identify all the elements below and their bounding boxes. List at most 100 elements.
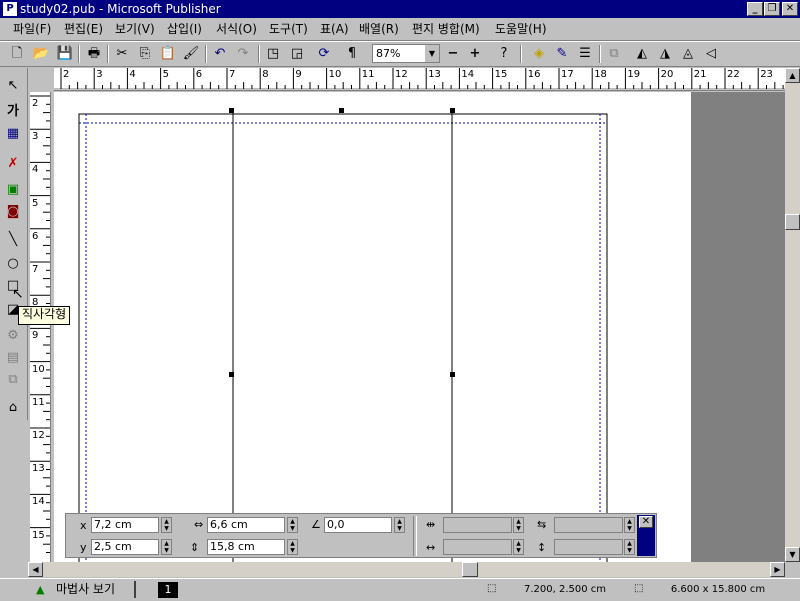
menu-edit[interactable]: 편집(E)	[64, 21, 103, 37]
menu-insert[interactable]: 삽입(I)	[167, 21, 202, 37]
vertical-ruler[interactable]: 2 3 4 5 6 7 8 9 10 11 12 13 14 15	[30, 92, 51, 562]
height-spinner[interactable]: ▲ ▼	[287, 539, 298, 555]
workspace[interactable]	[54, 92, 785, 562]
restore-button[interactable]: ❐	[764, 2, 780, 16]
scroll-right-icon[interactable]: ▶	[770, 562, 785, 577]
title-bar: P study02.pub - Microsoft Publisher _ ❐ …	[0, 0, 800, 18]
scroll-left-icon[interactable]: ◀	[28, 562, 43, 577]
line-border-style-icon[interactable]: ☰	[574, 44, 596, 64]
selection-handle[interactable]	[229, 108, 234, 113]
kerning-spinner[interactable]: ▲ ▼	[624, 517, 635, 533]
selection-handle[interactable]	[339, 108, 344, 113]
zoom-in-icon[interactable]: +	[464, 44, 486, 64]
tracking-spinner[interactable]: ▲ ▼	[513, 539, 524, 555]
open-folder-icon[interactable]: 📂	[30, 44, 52, 64]
selection-handle[interactable]	[229, 372, 234, 377]
text-frame-tool-icon[interactable]: 가	[3, 102, 23, 122]
window-title: study02.pub - Microsoft Publisher	[20, 2, 221, 16]
copy-icon[interactable]: ⎘	[134, 44, 156, 64]
format-painter-icon[interactable]: 🖌	[180, 44, 202, 64]
help-icon[interactable]: ?	[493, 44, 515, 64]
menu-tools[interactable]: 도구(T)	[269, 21, 308, 37]
print-icon[interactable]: 🖶	[83, 44, 105, 64]
new-file-icon[interactable]: 🗋	[6, 44, 28, 64]
publication-page[interactable]	[54, 92, 691, 562]
horizontal-ruler[interactable]: 2 3 4 5 6 7 8 9 10 11 12 13 14 15 16 17 18 19 20 21 22 23	[54, 68, 785, 91]
design-gallery-tool-icon[interactable]: ⌂	[3, 398, 23, 418]
menu-help[interactable]: 도움말(H)	[495, 21, 547, 37]
ole-object-tool-icon[interactable]: ⚙	[3, 326, 23, 346]
menu-bar: 파일(F) 편집(E) 보기(V) 삽입(I) 서식(O) 도구(T) 표(A)…	[0, 18, 800, 41]
ruler-corner[interactable]	[30, 68, 52, 90]
wordart-frame-tool-icon[interactable]: ✗	[3, 154, 23, 174]
picture-frame-tool-icon[interactable]: ▣	[3, 180, 23, 200]
scroll-up-icon[interactable]: ▲	[785, 68, 800, 83]
tracking-icon: ↔	[426, 541, 436, 554]
chevron-down-icon[interactable]: ▼	[425, 45, 439, 62]
vertical-scroll-thumb[interactable]	[785, 214, 800, 230]
fill-color-icon[interactable]: ◈	[528, 44, 550, 64]
menu-mail-merge[interactable]: 편지 병합(M)	[412, 21, 480, 37]
pointer-tool-icon[interactable]: ↖	[3, 76, 23, 96]
page-navigator[interactable]: 1	[158, 582, 178, 598]
html-code-tool-icon[interactable]: ⧉	[3, 370, 23, 390]
show-special-characters-icon[interactable]: ¶	[341, 44, 363, 64]
y-spinner[interactable]: ▲ ▼	[161, 539, 172, 555]
rotate-right-icon[interactable]: ◮	[654, 44, 676, 64]
width-spinner[interactable]: ▲ ▼	[287, 517, 298, 533]
ruler-label: 11	[361, 69, 375, 80]
cut-icon[interactable]: ✂	[111, 44, 133, 64]
redo-icon[interactable]: ↷	[232, 44, 254, 64]
selection-handle[interactable]	[450, 108, 455, 113]
oval-tool-icon[interactable]: ○	[3, 254, 23, 274]
close-button[interactable]: ✕	[782, 2, 798, 16]
ruler-label: 2	[63, 69, 70, 80]
ruler-label: 10	[32, 363, 45, 375]
zoom-select[interactable]: 87% ▼	[372, 44, 440, 63]
rotation-spinner[interactable]: ▲ ▼	[394, 517, 405, 533]
clip-gallery-tool-icon[interactable]: ◙	[3, 202, 23, 222]
line-spacing-input[interactable]	[554, 539, 623, 555]
minimize-button[interactable]: _	[747, 2, 763, 16]
horizontal-scrollbar[interactable]: ◀ ▶	[28, 562, 785, 577]
paste-icon[interactable]: 📋	[157, 44, 179, 64]
rotate-left-icon[interactable]: ◭	[631, 44, 653, 64]
custom-rotate-icon[interactable]: ⟳	[313, 44, 335, 64]
wizard-toggle-button[interactable]: ▲ 마법사 보기	[28, 581, 136, 598]
vertical-scrollbar[interactable]: ▲ ▼	[785, 68, 800, 562]
selection-handle[interactable]	[450, 372, 455, 377]
flip-vertical-icon[interactable]: ◁	[700, 44, 722, 64]
group-objects-icon[interactable]: ⧉	[603, 44, 625, 64]
y-label: y	[80, 541, 87, 554]
text-scaling-input[interactable]	[443, 517, 512, 533]
line-tool-icon[interactable]: ╲	[3, 230, 23, 250]
width-input[interactable]: 6,6 cm	[207, 517, 285, 533]
horizontal-scroll-thumb[interactable]	[462, 562, 478, 577]
close-measurements-icon[interactable]: ✕	[639, 516, 653, 528]
line-spacing-spinner[interactable]: ▲ ▼	[624, 539, 635, 555]
flip-horizontal-icon[interactable]: ◬	[677, 44, 699, 64]
rotation-input[interactable]: 0,0	[324, 517, 392, 533]
line-color-icon[interactable]: ✎	[551, 44, 573, 64]
y-position-input[interactable]: 2,5 cm	[91, 539, 159, 555]
zoom-out-icon[interactable]: −	[442, 44, 464, 64]
text-scaling-spinner[interactable]: ▲ ▼	[513, 517, 524, 533]
menu-view[interactable]: 보기(V)	[115, 21, 155, 37]
menu-format[interactable]: 서식(O)	[216, 21, 257, 37]
bring-to-front-icon[interactable]: ◳	[262, 44, 284, 64]
table-frame-tool-icon[interactable]: ▦	[3, 124, 23, 144]
scroll-down-icon[interactable]: ▼	[785, 547, 800, 562]
tracking-input[interactable]	[443, 539, 512, 555]
kerning-input[interactable]	[554, 517, 623, 533]
undo-icon[interactable]: ↶	[209, 44, 231, 64]
menu-arrange[interactable]: 배열(R)	[359, 21, 399, 37]
send-to-back-icon[interactable]: ◲	[286, 44, 308, 64]
height-input[interactable]: 15,8 cm	[207, 539, 285, 555]
x-spinner[interactable]: ▲ ▼	[161, 517, 172, 533]
menu-file[interactable]: 파일(F)	[13, 21, 51, 37]
x-position-input[interactable]: 7,2 cm	[91, 517, 159, 533]
form-control-tool-icon[interactable]: ▤	[3, 348, 23, 368]
save-icon[interactable]: 💾	[54, 44, 76, 64]
publisher-app-icon[interactable]: P	[3, 2, 17, 16]
menu-table[interactable]: 표(A)	[320, 21, 349, 37]
